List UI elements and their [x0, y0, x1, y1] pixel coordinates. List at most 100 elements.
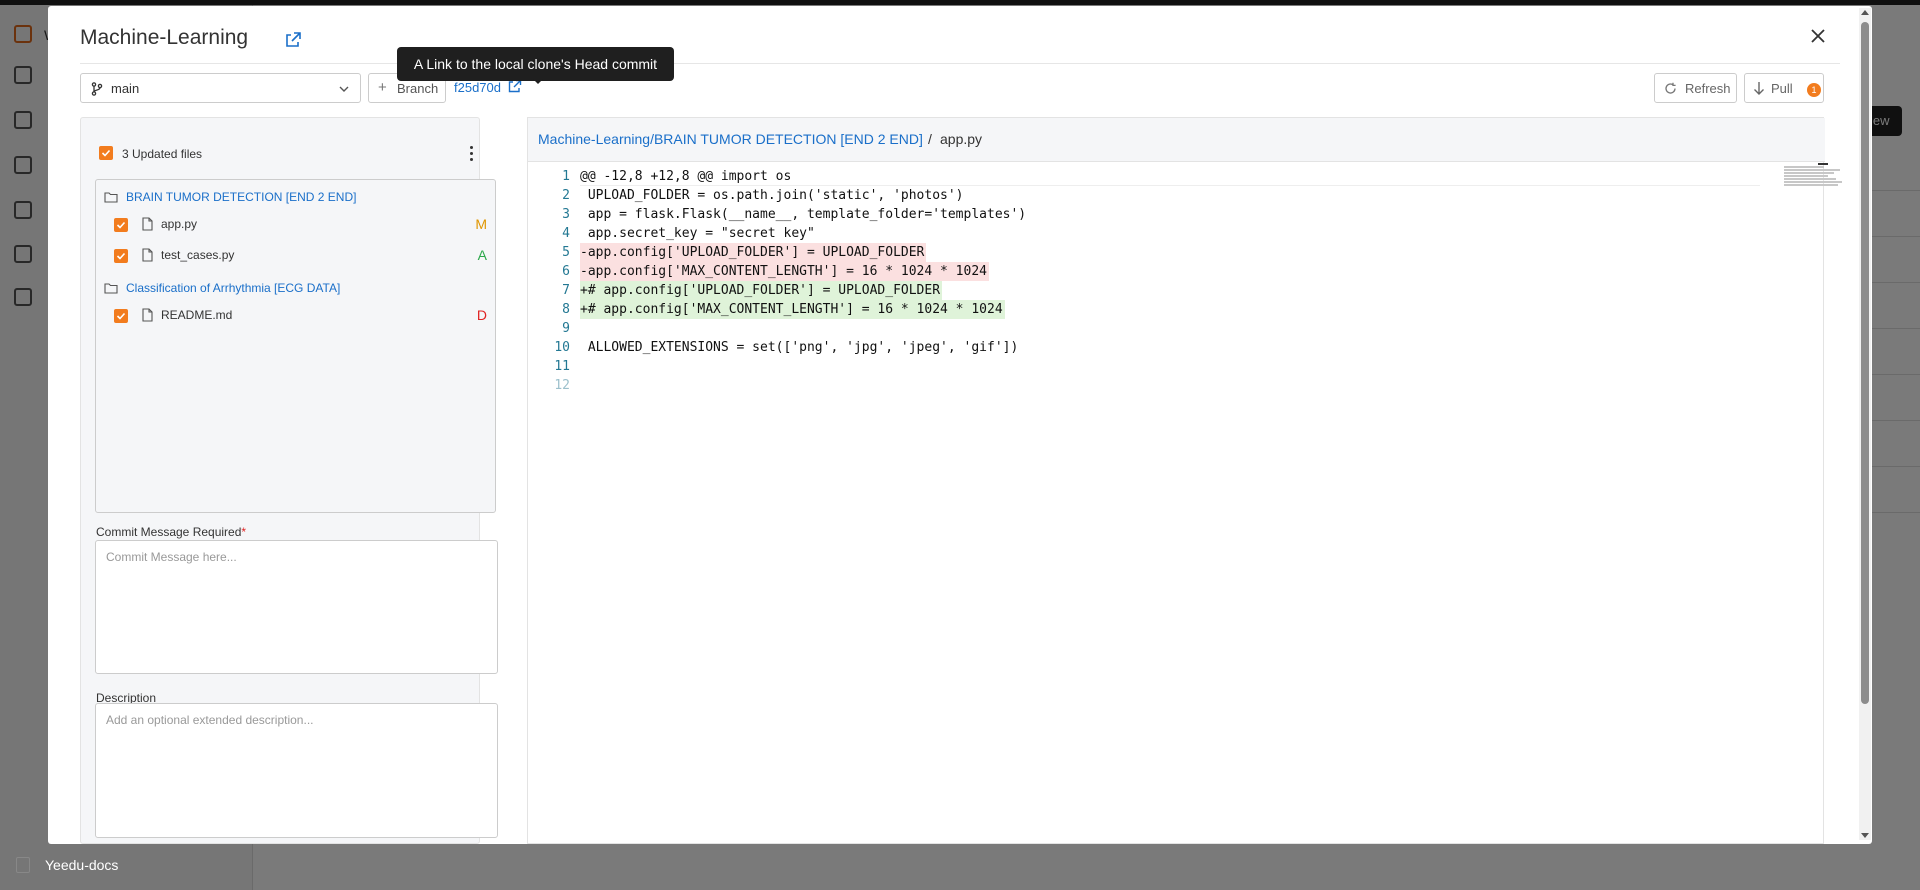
- file-row-test-cases-py[interactable]: test_cases.py A: [114, 245, 489, 267]
- file-checkbox[interactable]: [114, 249, 128, 263]
- deleted-line: -app.config['MAX_CONTENT_LENGTH'] = 16 *…: [580, 262, 989, 281]
- line-text: [580, 376, 582, 395]
- check-icon: [116, 221, 126, 229]
- line-text: app.secret_key = "secret key": [580, 226, 815, 241]
- commit-message-field[interactable]: [95, 540, 498, 674]
- code-line[interactable]: 10 ALLOWED_EXTENSIONS = set(['png', 'jpg…: [528, 338, 1808, 357]
- document-icon: [16, 857, 30, 873]
- updated-files-label: 3 Updated files: [122, 147, 203, 161]
- code-line[interactable]: 4 app.secret_key = "secret key": [528, 224, 1808, 243]
- file-status-added: A: [477, 247, 487, 263]
- path-separator: /: [928, 131, 932, 147]
- line-number: 3: [562, 207, 570, 222]
- file-icon: [142, 248, 153, 262]
- file-name: test_cases.py: [161, 248, 235, 262]
- file-path-link[interactable]: Machine-Learning/BRAIN TUMOR DETECTION […: [538, 131, 923, 147]
- line-number: 2: [562, 188, 570, 203]
- code-line[interactable]: 7 +# app.config['UPLOAD_FOLDER'] = UPLOAD…: [528, 281, 1808, 300]
- diff-header: Machine-Learning/BRAIN TUMOR DETECTION […: [528, 118, 1825, 162]
- diff-filename: app.py: [940, 131, 983, 147]
- code-line[interactable]: 12: [528, 376, 1808, 395]
- git-changes-modal: Machine-Learning A Link to the local clo…: [48, 6, 1872, 844]
- line-number: 8: [562, 302, 570, 317]
- file-checkbox[interactable]: [114, 218, 128, 232]
- branch-select[interactable]: main: [80, 73, 361, 103]
- folder-icon: [104, 192, 118, 203]
- code-line[interactable]: 1 @@ -12,8 +12,8 @@ import os: [528, 167, 1808, 186]
- code-line[interactable]: 11: [528, 357, 1808, 376]
- line-number: 10: [554, 340, 570, 355]
- scroll-up-icon[interactable]: [1861, 10, 1869, 15]
- line-number: 9: [562, 321, 570, 336]
- file-icon: [142, 217, 153, 231]
- code-line[interactable]: 8 +# app.config['MAX_CONTENT_LENGTH'] = 1…: [528, 300, 1808, 319]
- code-editor[interactable]: 1 @@ -12,8 +12,8 @@ import os 2 UPLOAD_FOL…: [528, 163, 1842, 843]
- more-options-icon[interactable]: [470, 146, 474, 162]
- arrow-down-icon: [1754, 82, 1764, 95]
- added-line: +# app.config['MAX_CONTENT_LENGTH'] = 16…: [580, 300, 1005, 319]
- line-text: app = flask.Flask(__name__, template_fol…: [580, 207, 1027, 222]
- line-number: 7: [562, 283, 570, 298]
- folder-name: BRAIN TUMOR DETECTION [END 2 END]: [126, 190, 357, 204]
- code-line[interactable]: 9: [528, 319, 1808, 338]
- line-number: 4: [562, 226, 570, 241]
- line-text: [580, 357, 582, 376]
- tooltip: A Link to the local clone's Head commit: [397, 47, 674, 81]
- refresh-label: Refresh: [1685, 81, 1731, 96]
- pull-button[interactable]: Pull 1: [1744, 73, 1824, 103]
- file-status-modified: M: [475, 216, 487, 232]
- commit-message-label: Commit Message Required*: [96, 525, 246, 539]
- check-icon: [116, 312, 126, 320]
- external-link-icon[interactable]: [508, 79, 522, 93]
- pull-label: Pull: [1771, 81, 1793, 96]
- line-text: UPLOAD_FOLDER = os.path.join('static', '…: [580, 188, 964, 203]
- file-status-deleted: D: [476, 307, 487, 323]
- deleted-line: -app.config['UPLOAD_FOLDER'] = UPLOAD_FO…: [580, 243, 927, 262]
- file-name: README.md: [161, 308, 233, 322]
- head-commit-link[interactable]: f25d70d: [454, 80, 501, 95]
- scrollbar-thumb[interactable]: [1861, 22, 1869, 704]
- modal-scrollbar[interactable]: [1859, 8, 1871, 840]
- editor-scroll-marker: [1818, 163, 1828, 165]
- plus-icon: +: [378, 79, 387, 96]
- refresh-button[interactable]: Refresh: [1654, 73, 1737, 103]
- code-line[interactable]: 2 UPLOAD_FOLDER = os.path.join('static',…: [528, 186, 1808, 205]
- select-all-checkbox[interactable]: [99, 146, 113, 160]
- refresh-icon: [1665, 82, 1676, 94]
- check-icon: [101, 149, 111, 157]
- file-row-readme-md[interactable]: README.md D: [114, 305, 489, 327]
- file-checkbox[interactable]: [114, 309, 128, 323]
- code-line[interactable]: 5 -app.config['UPLOAD_FOLDER'] = UPLOAD_F…: [528, 243, 1808, 262]
- required-mark: *: [241, 525, 247, 539]
- code-line[interactable]: 3 app = flask.Flask(__name__, template_f…: [528, 205, 1808, 224]
- line-text: [580, 319, 582, 338]
- sidebar-item-label: Yeedu-docs: [45, 857, 119, 873]
- file-tree: BRAIN TUMOR DETECTION [END 2 END] app.py…: [95, 179, 496, 513]
- external-link-icon[interactable]: [284, 31, 302, 49]
- code-line[interactable]: 6 -app.config['MAX_CONTENT_LENGTH'] = 16 …: [528, 262, 1808, 281]
- file-name: app.py: [161, 217, 198, 231]
- line-number: 1: [562, 169, 570, 184]
- folder-icon: [104, 283, 118, 294]
- line-text: @@ -12,8 +12,8 @@ import os: [580, 169, 792, 184]
- added-line: +# app.config['UPLOAD_FOLDER'] = UPLOAD_…: [580, 281, 943, 300]
- git-branch-icon: [91, 82, 103, 96]
- modal-title: Machine-Learning: [80, 26, 249, 49]
- line-number: 6: [562, 264, 570, 279]
- file-icon: [142, 308, 153, 322]
- scroll-down-icon[interactable]: [1861, 833, 1869, 838]
- diff-viewer: Machine-Learning/BRAIN TUMOR DETECTION […: [527, 117, 1842, 844]
- description-field[interactable]: [95, 703, 498, 838]
- new-branch-label: Branch: [397, 81, 439, 96]
- line-text: ALLOWED_EXTENSIONS = set(['png', 'jpg', …: [580, 340, 1019, 355]
- line-number: 5: [562, 245, 570, 260]
- chevron-down-icon: [339, 86, 349, 92]
- file-row-app-py[interactable]: app.py M: [114, 214, 489, 236]
- close-icon[interactable]: [1806, 24, 1830, 48]
- modal-header: Machine-Learning: [80, 18, 1840, 64]
- folder-name: Classification of Arrhythmia [ECG DATA]: [126, 281, 341, 295]
- check-icon: [116, 252, 126, 260]
- line-number: 12: [554, 378, 570, 393]
- commit-message-label-text: Commit Message Required: [96, 525, 242, 539]
- tooltip-arrow: [533, 79, 543, 84]
